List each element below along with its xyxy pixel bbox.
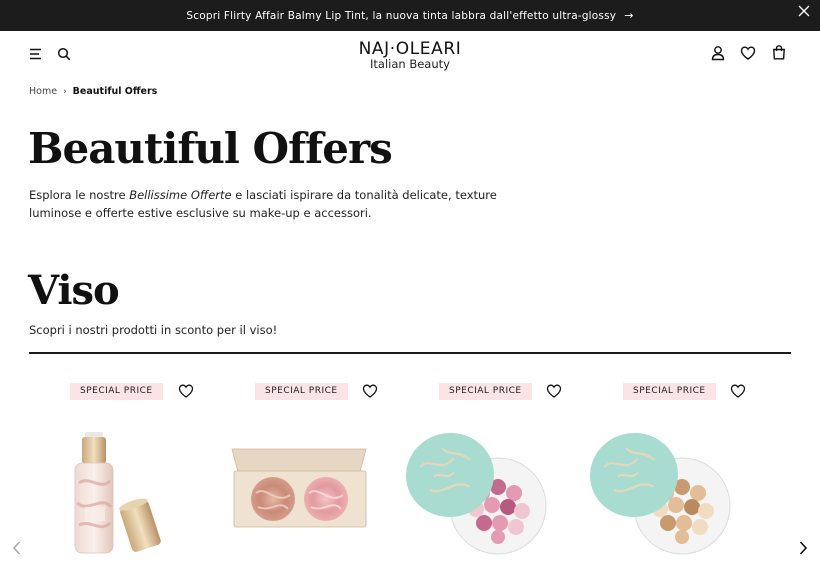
brand-tagline: Italian Beauty xyxy=(370,57,450,71)
account-icon[interactable] xyxy=(710,45,726,61)
wishlist-icon[interactable] xyxy=(546,383,562,399)
special-price-badge: SPECIAL PRICE xyxy=(623,383,716,400)
site-header: NAJ·OLEARI Italian Beauty xyxy=(0,31,820,81)
wishlist-icon[interactable] xyxy=(362,383,378,399)
special-price-badge: SPECIAL PRICE xyxy=(439,383,532,400)
breadcrumb: Home › Beautiful Offers xyxy=(29,86,157,97)
carousel-prev-icon[interactable] xyxy=(11,540,23,556)
product-card[interactable]: SPECIAL PRICE xyxy=(582,378,752,577)
announcement-arrow: → xyxy=(624,9,634,22)
wishlist-icon[interactable] xyxy=(730,383,746,399)
serum-bottle-image[interactable] xyxy=(30,423,200,563)
breadcrumb-current: Beautiful Offers xyxy=(72,86,158,97)
wishlist-icon[interactable] xyxy=(740,45,756,61)
brand-logo[interactable]: NAJ·OLEARI Italian Beauty xyxy=(0,40,820,71)
section-divider xyxy=(29,352,791,354)
announcement-text[interactable]: Scopri Flirty Affair Balmy Lip Tint, la … xyxy=(186,10,616,22)
special-price-badge: SPECIAL PRICE xyxy=(255,383,348,400)
breadcrumb-home[interactable]: Home xyxy=(29,86,57,97)
pink-pearls-image[interactable] xyxy=(398,423,568,563)
product-card[interactable]: SPECIAL PRICE xyxy=(30,378,200,577)
product-card[interactable]: SPECIAL PRICE xyxy=(398,378,568,577)
intro-text-start: Esplora le nostre xyxy=(29,188,130,202)
section-title: Viso xyxy=(28,267,120,314)
intro-emphasis: Bellissime Offerte xyxy=(129,188,232,202)
page-title: Beautiful Offers xyxy=(28,124,393,173)
carousel-next-icon[interactable] xyxy=(797,540,809,556)
page-intro: Esplora le nostre Bellissime Offerte e l… xyxy=(29,186,549,222)
blush-palette-image[interactable] xyxy=(214,423,384,563)
breadcrumb-separator: › xyxy=(63,86,67,97)
bag-icon[interactable] xyxy=(771,44,787,60)
close-icon[interactable] xyxy=(797,4,811,18)
section-subtitle: Scopri i nostri prodotti in sconto per i… xyxy=(29,323,278,337)
announcement-bar[interactable]: Scopri Flirty Affair Balmy Lip Tint, la … xyxy=(0,0,820,31)
bronze-pearls-image[interactable] xyxy=(582,423,752,563)
special-price-badge: SPECIAL PRICE xyxy=(70,383,163,400)
product-card[interactable]: SPECIAL PRICE xyxy=(214,378,384,577)
wishlist-icon[interactable] xyxy=(178,383,194,399)
